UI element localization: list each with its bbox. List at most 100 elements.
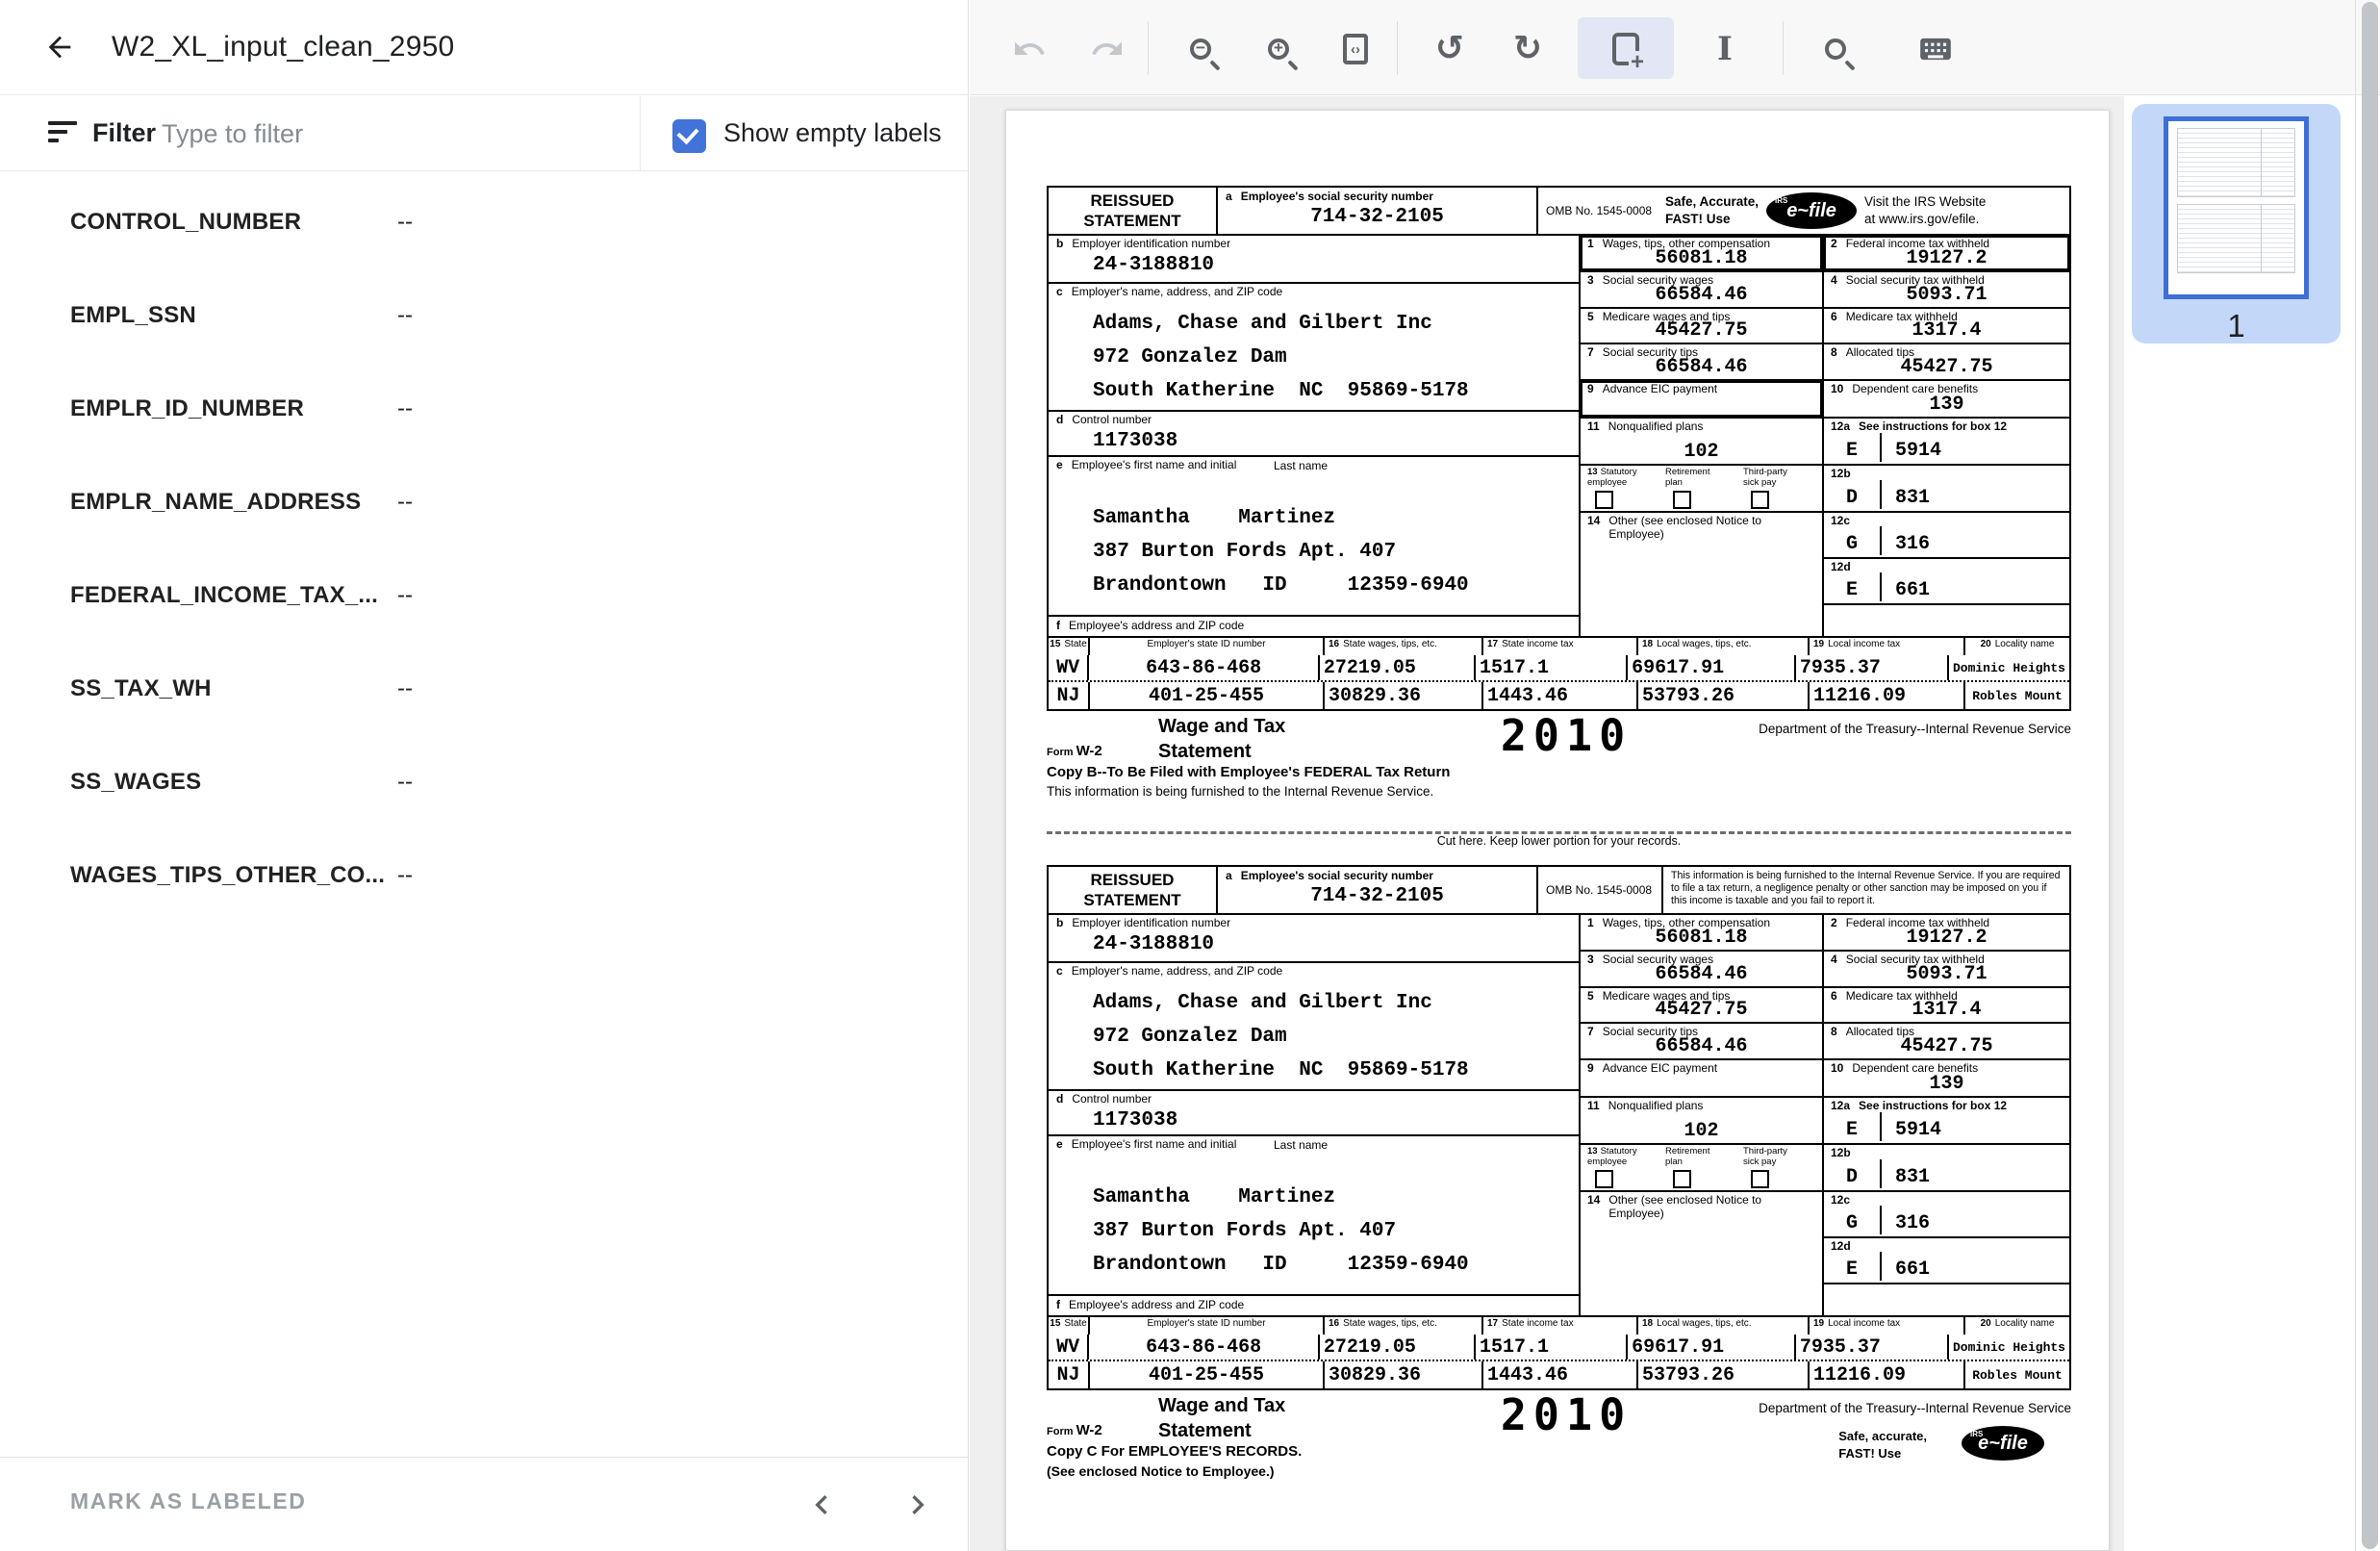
w2-box-9: 9Advance EIC payment [1581, 381, 1822, 419]
w2-efile-slogan: Safe, Accurate,FAST! Use [1665, 193, 1759, 227]
statutory-employee-checkbox [1595, 1170, 1613, 1188]
w2-box-5: 5Medicare wages and tips 45427.75 [1581, 988, 1822, 1024]
add-bounding-box-icon [1612, 33, 1639, 65]
toolbar-divider [1397, 21, 1398, 75]
w2-form-copy-b: REISSUEDSTATEMENT aEmployee's social sec… [1047, 186, 2071, 801]
w2-box-12c: 12c G316 [1824, 1192, 2069, 1238]
show-empty-labels-checkbox[interactable] [672, 119, 706, 153]
redo-button[interactable] [1085, 27, 1129, 71]
w2-box-e-employee: eEmployee's first name and initial Last … [1049, 457, 1579, 617]
zoom-in-button[interactable]: + [1256, 27, 1301, 71]
label-row-wages-tips-other[interactable]: WAGES_TIPS_OTHER_CO... -- [0, 828, 968, 922]
undo-icon [1012, 32, 1047, 66]
w2-box-6: 6Medicare tax withheld 1317.4 [1824, 309, 2069, 344]
w2-box-2: 2Federal income tax withheld 19127.2 [1824, 236, 2069, 272]
zoom-out-icon: − [1190, 38, 1211, 60]
search-button[interactable] [1813, 27, 1858, 71]
w2-box-13-checkboxes: 13Statutory employee Retirement plan [1581, 1145, 1822, 1192]
rotate-right-icon: ↻ [1513, 32, 1542, 66]
w2-box-7: 7Social security tips 66584.46 [1581, 1024, 1822, 1060]
zoom-in-icon: + [1268, 38, 1289, 60]
page-thumbnails-panel: 1 [2124, 96, 2355, 1551]
text-cursor-tool[interactable]: I [1703, 27, 1747, 71]
back-button[interactable] [38, 26, 81, 68]
toolbar-divider [1783, 21, 1784, 75]
efile-logo: IRSe~file [1962, 1426, 2044, 1461]
w2-box-12-empty [1824, 605, 2069, 636]
toolbar-divider [1148, 21, 1149, 75]
efile-logo: IRSe~file [1766, 192, 1857, 229]
next-page-button[interactable] [897, 1484, 939, 1526]
w2-box-12a: 12aSee instructions for box 12 E5914 [1824, 419, 2069, 466]
w2-box-10: 10Dependent care benefits 139 [1824, 1060, 2069, 1098]
bottom-action-bar: MARK AS LABELED [0, 1457, 968, 1551]
w2-box-12d: 12d E661 [1824, 1238, 2069, 1284]
statutory-employee-checkbox [1595, 491, 1613, 509]
w2-box-12-empty [1824, 1284, 2069, 1315]
label-row-empl-ssn[interactable]: EMPL_SSN -- [0, 268, 968, 362]
w2-box-14: 14Other (see enclosed Notice to Employee… [1581, 1192, 1822, 1315]
show-empty-labels-label: Show empty labels [723, 118, 942, 148]
label-row-ss-wages[interactable]: SS_WAGES -- [0, 735, 968, 828]
w2-box-12b: 12b D831 [1824, 1145, 2069, 1192]
label-row-ss-tax-wh[interactable]: SS_TAX_WH -- [0, 642, 968, 735]
label-row-emplr-id-number[interactable]: EMPLR_ID_NUMBER -- [0, 362, 968, 455]
label-value: -- [397, 582, 413, 609]
w2-box-11: 11Nonqualified plans 102 [1581, 419, 1822, 466]
w2-box-8: 8Allocated tips 45427.75 [1824, 1024, 2069, 1060]
filter-input[interactable] [162, 112, 604, 156]
w2-box-f-address: fEmployee's address and ZIP code [1049, 1296, 1579, 1315]
w2-box-4: 4Social security tax withheld 5093.71 [1824, 272, 2069, 309]
page-thumbnail[interactable] [2164, 116, 2309, 299]
label-row-federal-income-tax[interactable]: FEDERAL_INCOME_TAX_... -- [0, 548, 968, 642]
w2-box-d-control-number: dControl number 1173038 [1049, 1091, 1579, 1136]
keyboard-shortcuts-button[interactable] [1913, 27, 1958, 71]
arrow-back-icon [43, 31, 76, 64]
label-value: -- [397, 395, 413, 422]
w2-box-9: 9Advance EIC payment [1581, 1060, 1822, 1098]
w2-box-1: 1Wages, tips, other compensation 56081.1… [1581, 915, 1822, 952]
w2-footer-copy-b: Form W-2 Wage and TaxStatement 2010 Depa… [1047, 714, 2071, 801]
redo-icon [1090, 32, 1125, 66]
third-party-sick-pay-checkbox [1751, 491, 1769, 509]
rotate-left-button[interactable]: ↺ [1428, 27, 1472, 71]
w2-document-page[interactable]: REISSUEDSTATEMENT aEmployee's social sec… [1005, 110, 2110, 1551]
label-row-control-number[interactable]: CONTROL_NUMBER -- [0, 175, 968, 268]
labels-sidebar: W2_XL_input_clean_2950 Filter Show empty… [0, 0, 969, 1551]
add-bounding-box-tool[interactable] [1604, 27, 1648, 71]
viewer-toolbar: − + ‹› ↺ ↻ I [970, 0, 2380, 95]
page-number-label: 1 [2132, 308, 2341, 344]
document-header: W2_XL_input_clean_2950 [0, 0, 968, 95]
fit-to-page-button[interactable]: ‹› [1333, 27, 1378, 71]
mark-as-labeled-button[interactable]: MARK AS LABELED [70, 1488, 306, 1514]
w2-box-b-ein: bEmployer identification number 24-31888… [1049, 915, 1579, 963]
divider [640, 96, 641, 171]
w2-box-a-ssn: aEmployee's social security number 714-3… [1218, 867, 1538, 913]
w2-box-8: 8Allocated tips 45427.75 [1824, 344, 2069, 381]
page-title: W2_XL_input_clean_2950 [112, 31, 454, 64]
vertical-scrollbar[interactable] [2362, 2, 2378, 1549]
w2-box-3: 3Social security wages 66584.46 [1581, 952, 1822, 988]
previous-page-button[interactable] [800, 1484, 843, 1526]
w2-box-12d: 12d E661 [1824, 559, 2069, 605]
w2-box-f-address: fEmployee's address and ZIP code [1049, 617, 1579, 636]
w2-box-2: 2Federal income tax withheld 19127.2 [1824, 915, 2069, 952]
chevron-right-icon [899, 1486, 937, 1524]
label-row-emplr-name-address[interactable]: EMPLR_NAME_ADDRESS -- [0, 455, 968, 548]
label-value: -- [397, 675, 413, 702]
w2-box-12c: 12c G316 [1824, 513, 2069, 559]
w2-box-e-employee: eEmployee's first name and initial Last … [1049, 1136, 1579, 1296]
w2-box-10: 10Dependent care benefits 139 [1824, 381, 2069, 419]
search-icon [1825, 38, 1846, 60]
w2-box-7: 7Social security tips 66584.46 [1581, 344, 1822, 381]
w2-omb-number: OMB No. 1545-0008 [1538, 188, 1661, 234]
w2-box-a-ssn: aEmployee's social security number 714-3… [1218, 188, 1538, 234]
rotate-right-button[interactable]: ↻ [1506, 27, 1550, 71]
w2-state-row-1: WV 643-86-468 27219.05 1517.1 69617.91 7… [1049, 1335, 2069, 1361]
chevron-left-icon [802, 1486, 841, 1524]
page-thumbnail-selected[interactable]: 1 [2132, 104, 2341, 343]
w2-box-b-ein: bEmployer identification number 24-31888… [1049, 236, 1579, 284]
undo-button[interactable] [1007, 27, 1051, 71]
zoom-out-button[interactable]: − [1178, 27, 1223, 71]
w2-box-12a: 12aSee instructions for box 12 E5914 [1824, 1098, 2069, 1145]
